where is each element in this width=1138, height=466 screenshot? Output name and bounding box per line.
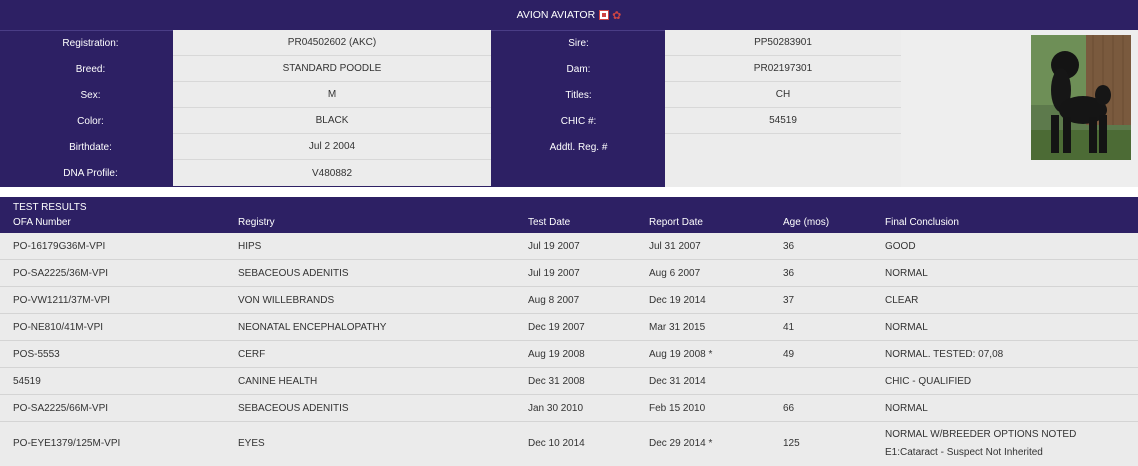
dna-profile-value: V480882	[311, 167, 353, 179]
report-date-cell: Dec 31 2014	[649, 376, 706, 387]
conclusion-cell: NORMAL	[885, 403, 928, 414]
flag-icon	[599, 10, 610, 20]
ofa-number-cell[interactable]: PO-SA2225/66M-VPI	[13, 403, 108, 414]
ofa-number-cell[interactable]: 54519	[13, 376, 41, 387]
color-value: BLACK	[173, 108, 491, 134]
table-row: 54519 CANINE HEALTH Dec 31 2008 Dec 31 2…	[0, 368, 1138, 395]
col-report-date: Report Date	[649, 217, 703, 228]
conclusion-cell: NORMAL	[885, 268, 928, 279]
table-row: PO-NE810/41M-VPI NEONATAL ENCEPHALOPATHY…	[0, 314, 1138, 341]
table-row: PO-SA2225/66M-VPI SEBACEOUS ADENITIS Jan…	[0, 395, 1138, 422]
test-date-cell: Dec 19 2007	[528, 322, 585, 333]
conclusion-cell: NORMAL	[885, 322, 928, 333]
age-cell: 37	[783, 295, 795, 306]
test-date-cell: Dec 10 2014	[528, 438, 585, 449]
test-results-header: TEST RESULTS OFA Number Registry Test Da…	[0, 197, 1138, 233]
title-bar: AVION AVIATOR ✿	[0, 0, 1138, 31]
conclusion-note: E1:Cataract - Suspect Not Inherited	[885, 447, 1043, 458]
test-date-cell: Aug 8 2007	[528, 295, 580, 306]
registry-cell: CANINE HEALTH	[238, 376, 318, 387]
conclusion-cell: GOOD	[885, 241, 916, 252]
col-registry: Registry	[238, 217, 275, 228]
ofa-number-cell[interactable]: PO-SA2225/36M-VPI	[13, 268, 108, 279]
left-labels: Registration: Breed: Sex: Color: Birthda…	[4, 30, 177, 186]
color-label: Color:	[77, 115, 104, 127]
table-row: PO-SA2225/36M-VPI SEBACEOUS ADENITIS Jul…	[0, 260, 1138, 287]
addtl-reg-value	[665, 134, 901, 160]
report-date-cell: Jul 31 2007	[649, 241, 701, 252]
report-date-cell: Aug 19 2008 *	[649, 349, 713, 360]
registry-cell: VON WILLEBRANDS	[238, 295, 335, 306]
report-date-cell: Dec 29 2014 *	[649, 438, 713, 449]
dog-photo[interactable]	[1031, 35, 1131, 160]
right-values: PP50283901 PR02197301 CH 54519	[665, 30, 901, 187]
test-results-table: TEST RESULTS OFA Number Registry Test Da…	[0, 197, 1138, 466]
age-cell: 49	[783, 349, 795, 360]
age-cell: 41	[783, 322, 795, 333]
table-row: PO-16179G36M-VPI HIPS Jul 19 2007 Jul 31…	[0, 233, 1138, 260]
table-row: PO-EYE1379/125M-VPI EYES Dec 10 2014 Dec…	[0, 422, 1138, 466]
test-date-cell: Aug 19 2008	[528, 349, 585, 360]
col-ofa-number: OFA Number	[13, 217, 71, 228]
report-date-cell: Feb 15 2010	[649, 403, 706, 414]
breed-label: Breed:	[75, 63, 106, 75]
sire-value[interactable]: PP50283901	[665, 30, 901, 56]
report-date-cell: Mar 31 2015	[649, 322, 706, 333]
age-cell: 36	[783, 241, 795, 252]
col-age: Age (mos)	[783, 217, 830, 228]
conclusion-cell: NORMAL. TESTED: 07,08	[885, 349, 1004, 360]
titles-label: Titles:	[565, 89, 592, 101]
report-date-cell: Aug 6 2007	[649, 268, 701, 279]
ofa-number-cell[interactable]: PO-NE810/41M-VPI	[13, 322, 103, 333]
ofa-number-cell[interactable]: PO-16179G36M-VPI	[13, 241, 105, 252]
table-row: PO-VW1211/37M-VPI VON WILLEBRANDS Aug 8 …	[0, 287, 1138, 314]
titles-value: CH	[665, 82, 901, 108]
ribbon-icon: ✿	[612, 9, 622, 22]
ofa-number-cell[interactable]: PO-VW1211/37M-VPI	[13, 295, 110, 306]
registry-cell: CERF	[238, 349, 266, 360]
sex-value: M	[173, 82, 491, 108]
registration-label: Registration:	[62, 37, 119, 49]
chic-value: 54519	[665, 108, 901, 134]
right-labels: Sire: Dam: Titles: CHIC #: Addtl. Reg. #	[492, 30, 665, 160]
test-date-cell: Jul 19 2007	[528, 268, 580, 279]
addtl-reg-label: Addtl. Reg. #	[549, 141, 608, 153]
col-test-date: Test Date	[528, 217, 571, 228]
test-date-cell: Jul 19 2007	[528, 241, 580, 252]
registration-value: PR04502602 (AKC)	[173, 30, 491, 56]
ofa-number-cell[interactable]: POS-5553	[13, 349, 60, 360]
registry-cell: EYES	[238, 438, 265, 449]
age-cell: 125	[783, 438, 800, 449]
test-results-title: TEST RESULTS	[13, 202, 87, 213]
age-cell: 36	[783, 268, 795, 279]
registry-cell: HIPS	[238, 241, 262, 252]
breed-value: STANDARD POODLE	[173, 56, 491, 82]
sire-label: Sire:	[568, 37, 589, 49]
birthdate-value: Jul 2 2004	[173, 134, 491, 160]
dog-profile-header: AVION AVIATOR ✿ Registration: Breed: Sex…	[0, 0, 1138, 187]
dna-profile-label: DNA Profile:	[63, 167, 118, 179]
conclusion-cell: CHIC - QUALIFIED	[885, 376, 972, 387]
ofa-number-cell[interactable]: PO-EYE1379/125M-VPI	[13, 438, 120, 449]
dam-label: Dam:	[566, 63, 591, 75]
conclusion-cell: NORMAL W/BREEDER OPTIONS NOTED	[885, 429, 1077, 440]
dam-value[interactable]: PR02197301	[665, 56, 901, 82]
sex-label: Sex:	[80, 89, 101, 101]
conclusion-cell: CLEAR	[885, 295, 919, 306]
report-date-cell: Dec 19 2014	[649, 295, 706, 306]
age-cell: 66	[783, 403, 795, 414]
birthdate-label: Birthdate:	[69, 141, 112, 153]
test-date-cell: Dec 31 2008	[528, 376, 585, 387]
registry-cell: SEBACEOUS ADENITIS	[238, 403, 349, 414]
left-values: PR04502602 (AKC) STANDARD POODLE M BLACK…	[173, 30, 491, 186]
table-row: POS-5553 CERF Aug 19 2008 Aug 19 2008 * …	[0, 341, 1138, 368]
dog-name: AVION AVIATOR	[516, 9, 596, 21]
poodle-photo-image	[1031, 35, 1131, 160]
col-final-conclusion: Final Conclusion	[885, 217, 959, 228]
chic-label: CHIC #:	[560, 115, 597, 127]
registry-cell: SEBACEOUS ADENITIS	[238, 268, 349, 279]
test-date-cell: Jan 30 2010	[528, 403, 584, 414]
registry-cell: NEONATAL ENCEPHALOPATHY	[238, 322, 387, 333]
